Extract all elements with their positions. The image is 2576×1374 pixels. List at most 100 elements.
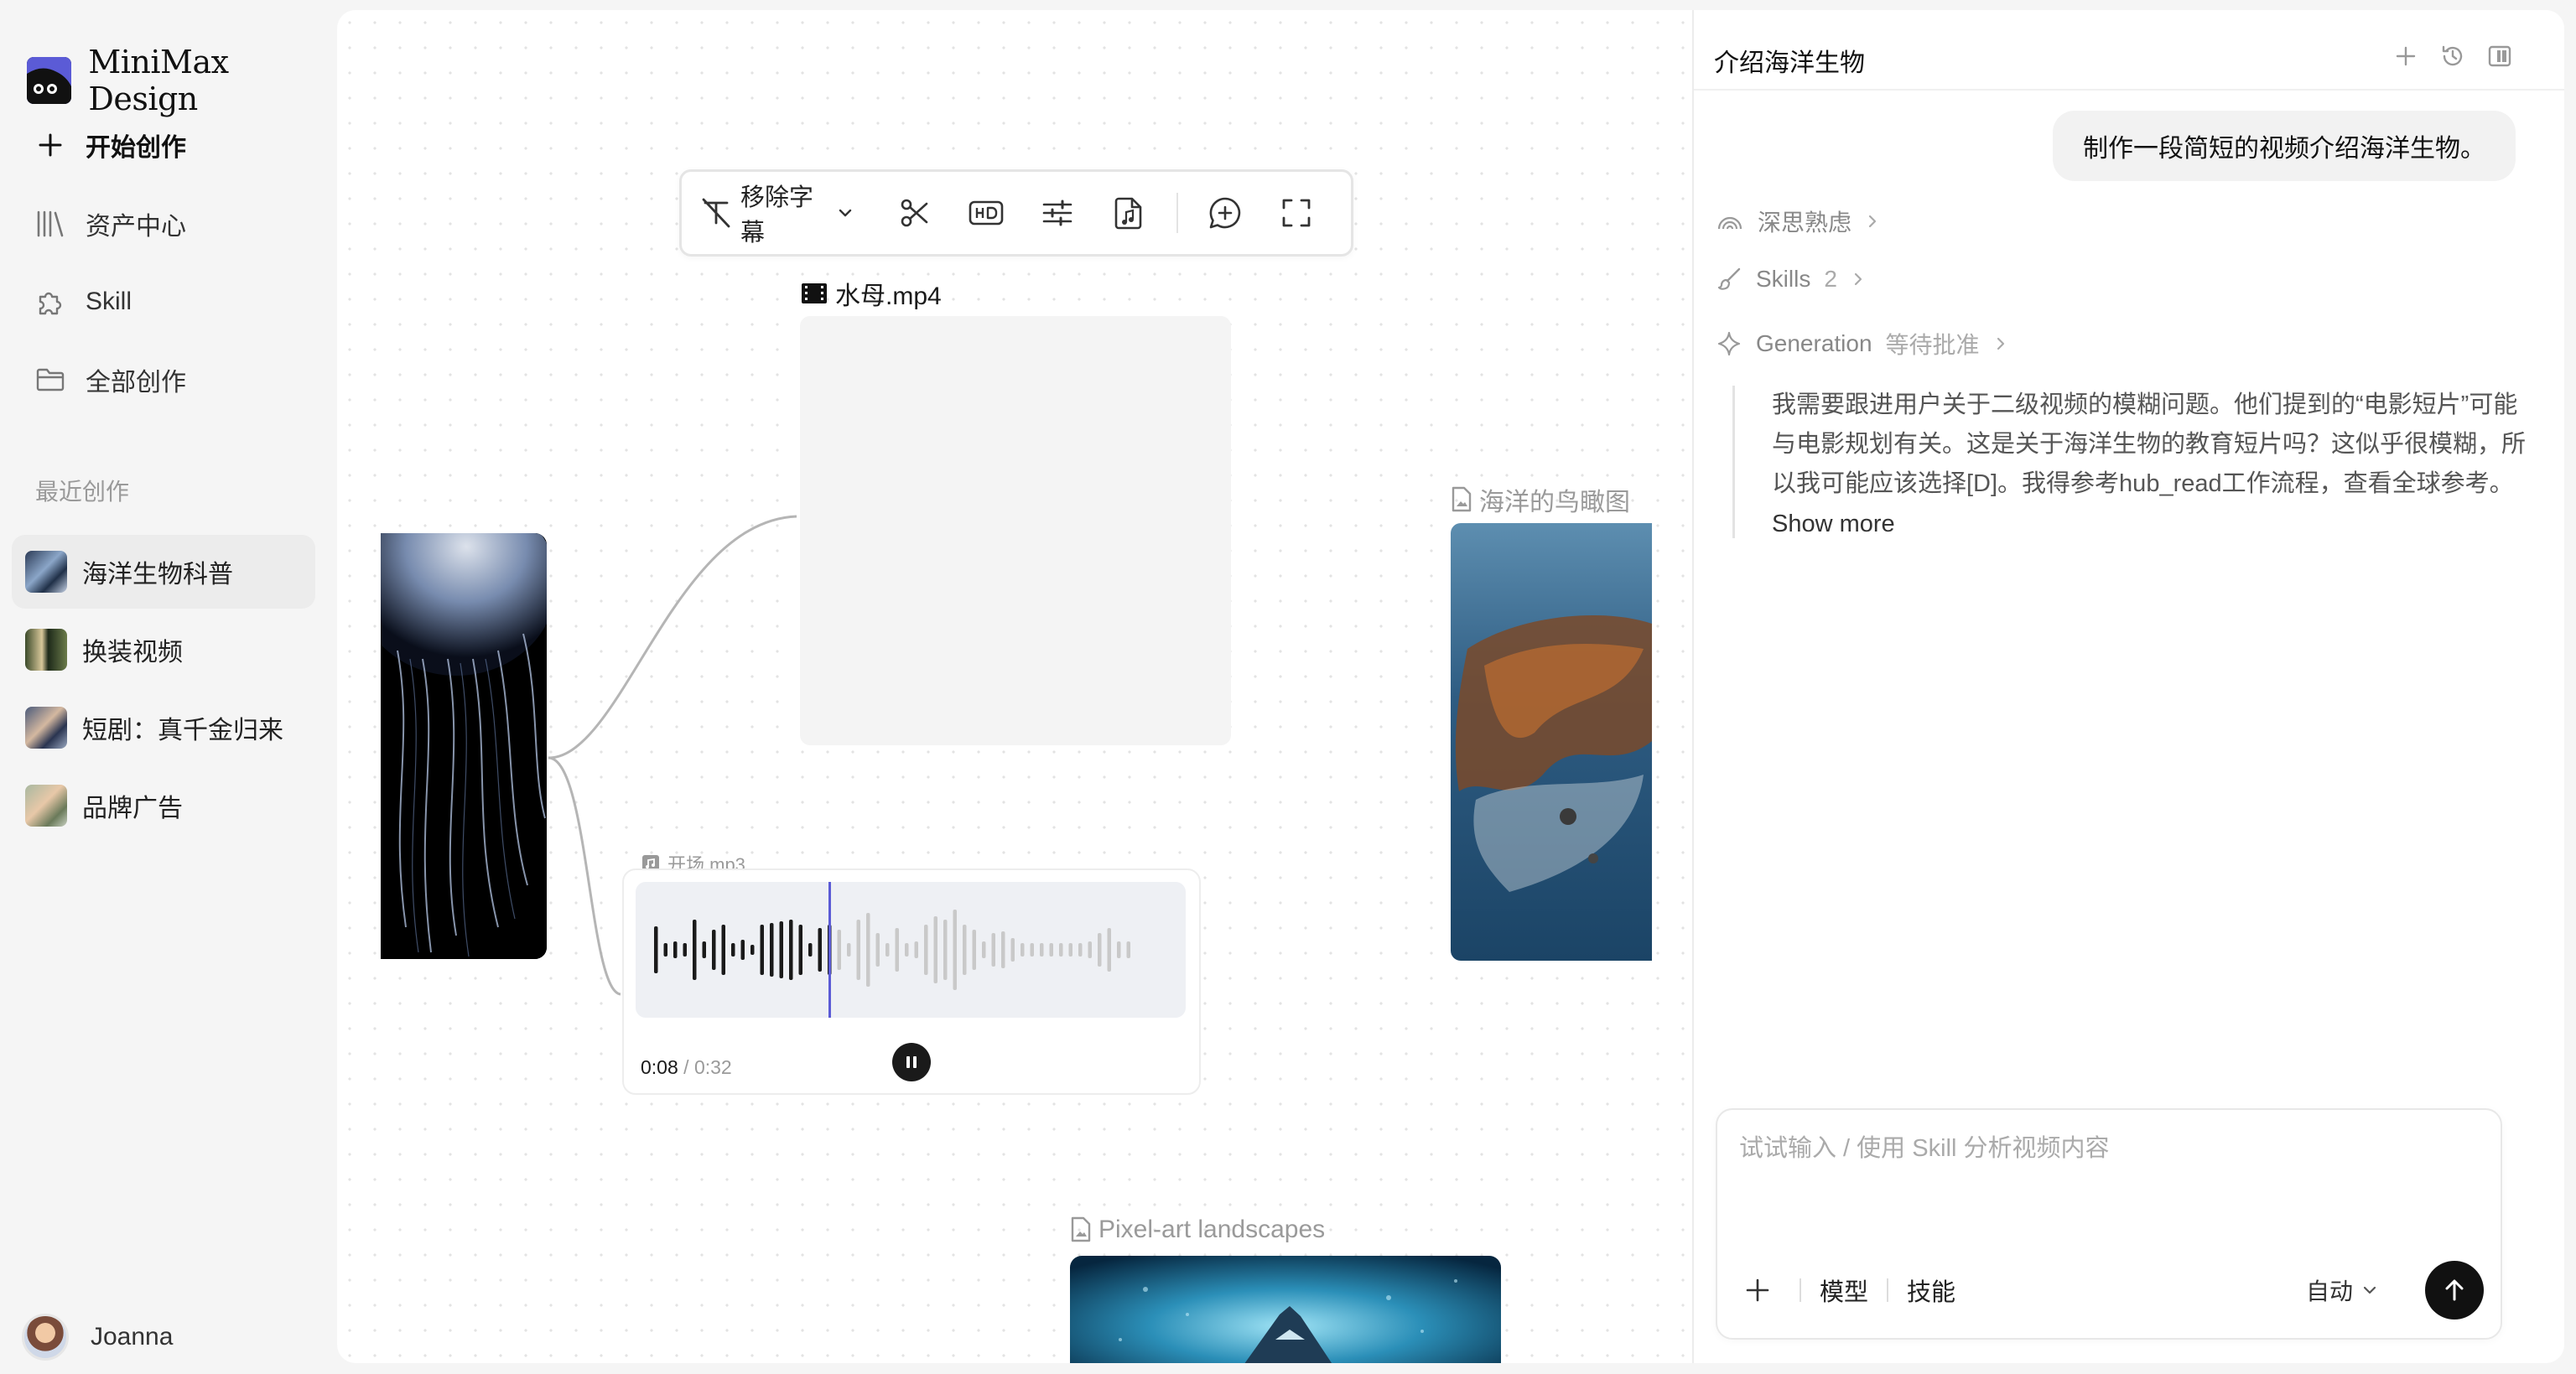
recent-section-title: 最近创作 [35,479,130,505]
mode-label: 自动 [2305,1278,2353,1304]
send-button[interactable] [2425,1261,2484,1320]
remove-subtitle-dropdown[interactable]: 移除字幕 [700,178,854,248]
panel-title: 介绍海洋生物 [1714,49,1865,77]
recent-item[interactable]: 海洋生物科普 [12,535,315,609]
avatar [22,1314,69,1361]
composer-toolbar: 模型 技能 自动 [1734,1261,2484,1320]
chevron-down-icon [2361,1282,2378,1299]
reasoning-block: 我需要跟进用户关于二级视频的模糊问题。他们提到的“电影短片”可能与电影规划有关。… [1732,386,2529,538]
model-selector[interactable]: 模型 [1820,1273,1868,1308]
audio-player[interactable]: 0:08 / 0:32 [622,868,1201,1095]
recent-thumbnail [25,707,67,749]
image-file-icon [1070,1216,1092,1243]
sparkle-icon [1716,330,1742,357]
subtitle-off-icon [700,198,734,228]
toggle-panel-button[interactable] [2485,42,2514,70]
jellyfish-image[interactable] [381,533,547,959]
recent-item[interactable]: 短剧：真千金归来 [12,691,315,765]
fullscreen-button[interactable] [1275,189,1319,236]
remove-subtitle-label: 移除字幕 [740,184,814,246]
hd-button[interactable] [964,189,1009,236]
video-node-preview[interactable] [800,316,1231,745]
library-icon [34,207,67,241]
audio-file-icon [1114,195,1144,231]
step-generation[interactable]: Generation 等待批准 [1716,327,2008,360]
composer-divider [1800,1278,1801,1302]
audio-waveform[interactable] [636,882,1186,1018]
video-node-name: 水母.mp4 [835,283,942,310]
nav-start-create[interactable]: 开始创作 [23,116,312,174]
video-toolbar: 移除字幕 [679,169,1353,257]
pixel-landscape-image[interactable] [1070,1256,1501,1363]
nav-label: 开始创作 [86,134,186,162]
chevron-right-icon [1865,213,1880,230]
show-more-link[interactable]: Show more [1772,511,2529,538]
landscape-node-title: Pixel-art landscapes [1070,1216,1325,1244]
chat-panel: 介绍海洋生物 制作一段简短的视频介绍海洋生物。 深思熟虑 Skills 2 Ge… [1692,10,2564,1363]
recent-item[interactable]: 换装视频 [12,613,315,687]
history-icon [2440,44,2465,69]
audio-file-button[interactable] [1107,189,1151,236]
plus-icon [34,128,67,162]
user-name: Joanna [91,1323,174,1351]
pause-icon [903,1054,920,1071]
recent-item[interactable]: 品牌广告 [12,769,315,843]
brush-icon [1716,266,1742,293]
recent-thumbnail [25,629,67,671]
chat-input[interactable] [1739,1135,2477,1163]
nav-label: 资产中心 [86,213,186,241]
audio-total-time: 0:32 [693,1056,732,1078]
nav-skill[interactable]: Skill [23,272,312,331]
panel-actions [2392,42,2514,70]
brand-logo-icon [27,57,72,104]
think-icon [1716,210,1744,232]
generation-status: 等待批准 [1885,332,1980,358]
cut-button[interactable] [893,189,937,236]
plus-icon [2395,45,2417,67]
recent-label: 品牌广告 [82,795,183,822]
chevron-down-icon [836,204,854,222]
adjust-button[interactable] [1036,189,1080,236]
panel-layout-icon [2487,44,2512,69]
landscape-node-name: Pixel-art landscapes [1098,1216,1326,1243]
panel-divider [1694,89,2564,91]
recent-label: 短剧：真千金归来 [82,717,283,744]
plus-icon [1744,1277,1771,1304]
film-icon [800,281,828,306]
ocean-aerial-image[interactable] [1451,523,1652,961]
composer-divider [1887,1278,1889,1302]
comment-button[interactable] [1203,189,1248,236]
mode-dropdown[interactable]: 自动 [2306,1273,2378,1307]
chevron-right-icon [1993,335,2008,352]
audio-current-time: 0:08 [641,1056,678,1078]
brand[interactable]: MiniMax Design [27,44,335,117]
skill-selector[interactable]: 技能 [1907,1273,1955,1308]
nav-assets[interactable]: 资产中心 [23,194,312,253]
audio-time: 0:08 / 0:32 [641,1056,732,1079]
new-chat-button[interactable] [2392,42,2420,70]
chat-composer: 模型 技能 自动 [1716,1108,2502,1340]
recent-label: 海洋生物科普 [82,561,233,588]
nav-label: Skill [86,288,132,315]
ocean-node-name: 海洋的鸟瞰图 [1479,489,1630,516]
user-profile[interactable]: Joanna [22,1314,173,1361]
recent-label: 换装视频 [82,639,183,666]
sidebar: MiniMax Design 开始创作 资产中心 Skill 全部创作 最近创作… [0,0,335,1374]
hd-icon [968,199,1005,227]
pause-button[interactable] [892,1043,931,1081]
brand-name: MiniMax Design [88,44,229,117]
audio-time-separator: / [683,1056,689,1078]
canvas[interactable]: 移除字幕 水母.mp4 海洋的鸟瞰图 开场.mp3 0:08 / 0:32 Pi… [337,10,1692,1363]
attach-button[interactable] [1734,1267,1781,1314]
arrow-up-icon [2440,1276,2469,1304]
step-label: 深思熟虑 [1758,210,1852,236]
audio-playhead [828,882,831,1018]
step-skills[interactable]: Skills 2 [1716,266,1866,293]
step-label: Skills [1756,266,1811,292]
chevron-right-icon [1851,271,1866,288]
step-thinking[interactable]: 深思熟虑 [1716,205,1880,238]
history-button[interactable] [2438,42,2467,70]
nav-all-creations[interactable]: 全部创作 [23,350,312,409]
comment-icon [1208,195,1243,231]
image-file-icon [1451,486,1472,513]
